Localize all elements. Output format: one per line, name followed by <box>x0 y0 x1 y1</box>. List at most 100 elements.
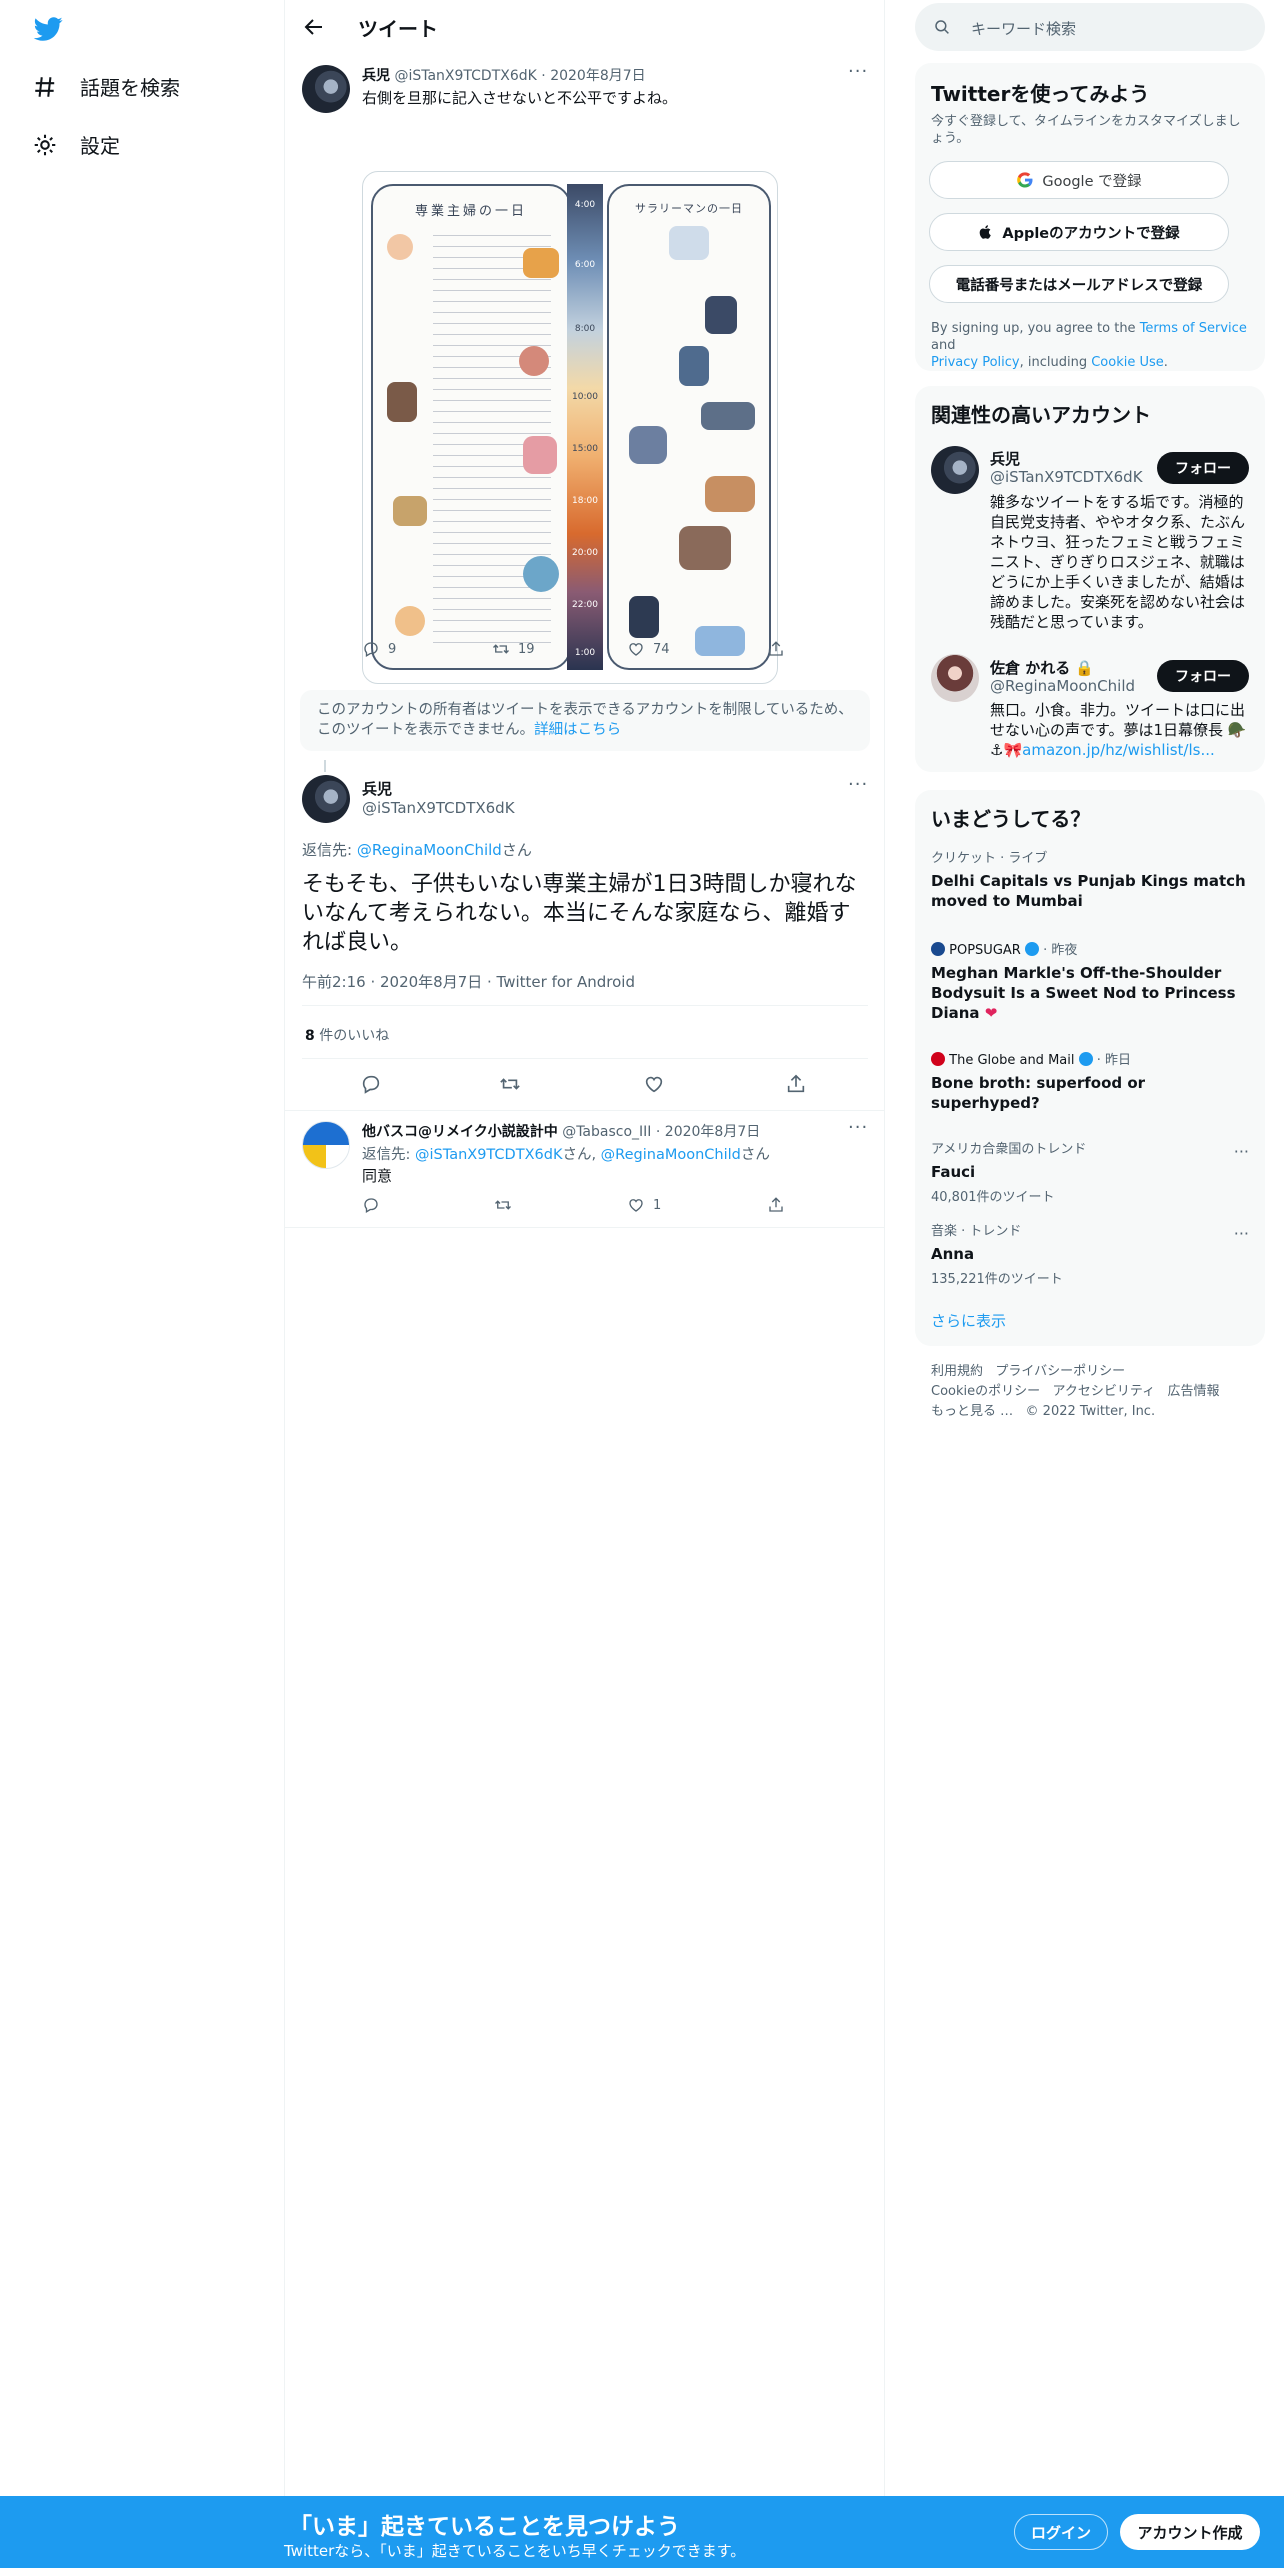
footer-accessibility-link[interactable]: アクセシビリティ <box>1053 1384 1156 1399</box>
search-input[interactable]: キーワード検索 <box>971 18 1076 39</box>
trend-title: Bone broth: superfood or superhyped? <box>931 1074 1146 1112</box>
avatar[interactable] <box>302 65 350 113</box>
login-button[interactable]: ログイン <box>1014 2514 1108 2550</box>
apple-icon <box>980 225 992 239</box>
account-name[interactable]: 兵児 <box>990 448 1020 469</box>
trend-context: アメリカ合衆国のトレンド <box>931 1142 1087 1157</box>
author-handle[interactable]: @iSTanX9TCDTX6dK <box>362 799 515 817</box>
avatar[interactable] <box>931 654 979 702</box>
trend-item[interactable]: クリケット · ライブ Delhi Capitals vs Punjab Kin… <box>931 851 1249 911</box>
footer-cookies-link[interactable]: Cookieのポリシー <box>931 1384 1040 1399</box>
footer-terms-link[interactable]: 利用規約 <box>931 1364 983 1379</box>
meta-separator: · <box>655 1124 661 1140</box>
terms-link[interactable]: Terms of Service <box>1140 321 1247 336</box>
account-name[interactable]: 佐倉 かれる 🔒 <box>990 657 1094 678</box>
follow-button[interactable]: フォロー <box>1157 660 1249 692</box>
reply-button[interactable] <box>362 1196 380 1214</box>
verified-badge-icon <box>1078 1052 1093 1066</box>
more-icon[interactable]: ··· <box>1234 1224 1249 1243</box>
learn-more-link[interactable]: 詳細はこちら <box>534 722 621 738</box>
author-name-text: 兵児 <box>362 780 393 798</box>
author-name[interactable]: 兵児 <box>362 68 390 84</box>
footer-ads-link[interactable]: 広告情報 <box>1168 1384 1220 1399</box>
parent-tweet[interactable]: 兵児 @iSTanX9TCDTX6dK · 2020年8月7日 ··· 右側を旦… <box>285 53 885 753</box>
author-handle[interactable]: @Tabasco_III <box>562 1124 651 1140</box>
likes-summary[interactable]: 8 件のいいね <box>305 1025 389 1045</box>
tweet-date[interactable]: 2020年8月7日 <box>550 68 645 84</box>
banner-title: 「いま」起きていることを見つけよう <box>289 2514 680 2540</box>
trend-item[interactable]: The Globe and Mail · 昨日 Bone broth: supe… <box>931 1052 1249 1113</box>
show-more-link[interactable]: さらに表示 <box>931 1310 1006 1331</box>
reply-button[interactable] <box>360 1073 382 1095</box>
more-icon[interactable]: ··· <box>848 774 868 795</box>
share-button[interactable] <box>767 1196 785 1214</box>
back-arrow-icon[interactable] <box>302 15 326 39</box>
popsugar-logo-icon <box>931 942 945 956</box>
reply-to-link[interactable]: @ReginaMoonChild <box>357 841 502 859</box>
share-button[interactable] <box>767 640 785 658</box>
google-signup-button[interactable]: Google で登録 <box>929 161 1229 199</box>
like-button[interactable]: 74 <box>627 640 670 658</box>
nav-explore[interactable]: 話題を検索 <box>32 72 180 101</box>
like-button[interactable]: 1 <box>627 1196 661 1214</box>
tweet-date[interactable]: 2020年8月7日 <box>665 1124 760 1140</box>
avatar[interactable] <box>302 1121 350 1169</box>
follow-button[interactable]: フォロー <box>1157 452 1249 484</box>
avatar[interactable] <box>931 446 979 494</box>
author-handle[interactable]: @iSTanX9TCDTX6dK <box>394 68 536 84</box>
related-title: 関連性の高いアカウント <box>931 403 1151 427</box>
trend-item[interactable]: アメリカ合衆国のトレンド Fauci 40,801件のツイート ··· <box>931 1142 1249 1205</box>
trend-time: 昨夜 <box>1051 943 1078 958</box>
illustration <box>629 426 667 464</box>
tweet-timestamp[interactable]: 午前2:16 · 2020年8月7日 · Twitter for Android <box>302 971 635 992</box>
trend-source-line: The Globe and Mail · 昨日 <box>931 1052 1249 1069</box>
cookie-link[interactable]: Cookie Use <box>1091 355 1164 370</box>
time-scale-bar: 4:00 6:00 8:00 10:00 15:00 18:00 20:00 2… <box>567 184 603 670</box>
trend-item[interactable]: 音楽 · トレンド Anna 135,221件のツイート ··· <box>931 1224 1249 1287</box>
trend-count: 135,221件のツイート <box>931 1272 1063 1287</box>
retweet-button[interactable] <box>494 1196 512 1214</box>
retweet-count: 19 <box>518 641 535 657</box>
heart-icon <box>629 1199 643 1212</box>
nav-settings[interactable]: 設定 <box>32 130 120 159</box>
footer-privacy-link[interactable]: プライバシーポリシー <box>995 1364 1125 1379</box>
search-bar[interactable]: キーワード検索 <box>915 3 1265 51</box>
footer-links: 利用規約 プライバシーポリシー Cookieのポリシー アクセシビリティ 広告情… <box>931 1362 1251 1422</box>
more-icon[interactable]: ··· <box>848 1117 868 1138</box>
tweet-text: 右側を旦那に記入させないと不公平ですよね。 <box>362 89 678 107</box>
terms-text: and <box>931 338 956 353</box>
account-handle[interactable]: @ReginaMoonChild <box>990 677 1135 695</box>
privacy-link[interactable]: Privacy Policy <box>931 355 1020 370</box>
housewife-panel: 専業主婦の一日 <box>371 184 571 670</box>
bio-link[interactable]: amazon.jp/hz/wishlist/ls... <box>1022 741 1215 759</box>
search-icon <box>935 20 949 34</box>
reply-to-link[interactable]: @iSTanX9TCDTX6dK <box>415 1147 562 1163</box>
main-column: ツイート 兵児 @iSTanX9TCDTX6dK · 2020年8月7日 ···… <box>285 0 885 2568</box>
apple-signup-button[interactable]: Appleのアカウントで登録 <box>929 213 1229 251</box>
account-handle[interactable]: @iSTanX9TCDTX6dK <box>990 468 1143 486</box>
phone-email-signup-button[interactable]: 電話番号またはメールアドレスで登録 <box>929 265 1229 303</box>
footer-copyright: © 2022 Twitter, Inc. <box>1025 1404 1156 1419</box>
signup-button[interactable]: アカウント作成 <box>1120 2514 1260 2550</box>
author-name[interactable]: 他バスコ@リメイク小説設計中 <box>362 1124 558 1140</box>
reply-button[interactable]: 9 <box>362 640 396 658</box>
tweet-image[interactable]: 専業主婦の一日 4:00 6:00 8:00 10:00 15:00 18:00… <box>362 171 778 684</box>
trend-item[interactable]: POPSUGAR · 昨夜 Meghan Markle's Off-the-Sh… <box>931 942 1249 1023</box>
account-bio-text: 無口。小食。非力。ツイートは口に出せない心の声です。夢は1日幕僚長 <box>990 701 1246 739</box>
reply-to-link[interactable]: @ReginaMoonChild <box>601 1147 741 1163</box>
share-button[interactable] <box>785 1073 807 1095</box>
hashtag-icon <box>35 76 55 97</box>
more-icon[interactable]: ··· <box>1234 1142 1249 1161</box>
author-name[interactable]: 兵児 <box>362 778 392 799</box>
twitter-logo-icon[interactable] <box>32 14 64 44</box>
panel-title-left: 専業主婦の一日 <box>414 204 527 219</box>
trend-time: 昨日 <box>1105 1053 1132 1068</box>
retweet-button[interactable]: 19 <box>492 640 535 658</box>
avatar[interactable] <box>302 775 350 823</box>
reply-tweet-text: 同意 <box>362 1167 393 1185</box>
footer-more-link[interactable]: もっと見る … <box>931 1404 1013 1419</box>
more-icon[interactable]: ··· <box>848 61 868 82</box>
like-button[interactable] <box>643 1073 665 1095</box>
trend-title: Delhi Capitals vs Punjab Kings match mov… <box>931 872 1246 910</box>
retweet-button[interactable] <box>499 1073 521 1095</box>
